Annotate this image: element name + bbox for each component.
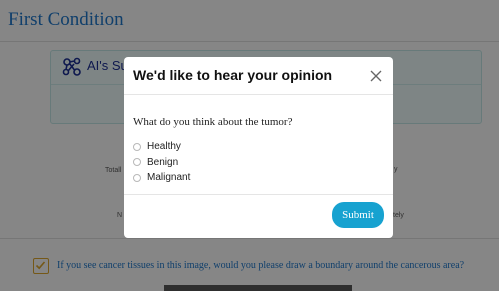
modal-header-divider — [124, 94, 393, 95]
radio-button[interactable] — [133, 142, 141, 151]
option-label: Benign — [147, 156, 179, 168]
radio-button[interactable] — [133, 158, 141, 167]
radio-button[interactable] — [133, 173, 141, 182]
opinion-modal: We'd like to hear your opinion What do y… — [124, 57, 393, 238]
close-button[interactable] — [368, 68, 384, 84]
option-healthy[interactable]: Healthy — [133, 139, 190, 155]
tumor-options: Healthy Benign Malignant — [133, 139, 190, 186]
modal-footer-divider — [124, 194, 393, 195]
submit-button[interactable]: Submit — [332, 202, 384, 228]
option-malignant[interactable]: Malignant — [133, 170, 190, 186]
tumor-question: What do you think about the tumor? — [133, 116, 293, 128]
option-benign[interactable]: Benign — [133, 155, 190, 171]
close-icon — [370, 70, 382, 82]
modal-title: We'd like to hear your opinion — [133, 67, 333, 83]
option-label: Malignant — [147, 172, 191, 184]
option-label: Healthy — [147, 141, 181, 153]
